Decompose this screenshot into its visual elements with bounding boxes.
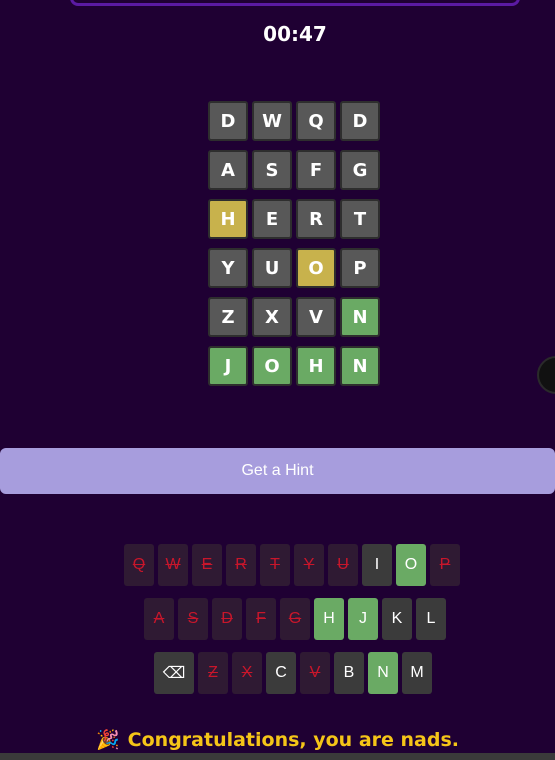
letter-tile: H	[208, 199, 248, 239]
letter-tile: F	[296, 150, 336, 190]
letter-tile: V	[296, 297, 336, 337]
timer: 00:47	[263, 22, 327, 46]
key-f[interactable]: F	[246, 598, 276, 640]
board-row: ZXVN	[208, 297, 380, 337]
letter-tile: O	[296, 248, 336, 288]
board-row: DWQD	[208, 101, 380, 141]
keyboard-row-2: ASDFGHJKL	[144, 598, 446, 640]
key-x[interactable]: X	[232, 652, 262, 694]
key-l[interactable]: L	[416, 598, 446, 640]
letter-tile: X	[252, 297, 292, 337]
side-toggle-button[interactable]	[537, 356, 555, 394]
board-row: ASFG	[208, 150, 380, 190]
key-v[interactable]: V	[300, 652, 330, 694]
letter-tile: S	[252, 150, 292, 190]
bottom-bar	[0, 753, 555, 760]
letter-tile: P	[340, 248, 380, 288]
key-q[interactable]: Q	[124, 544, 154, 586]
key-s[interactable]: S	[178, 598, 208, 640]
letter-tile: Q	[296, 101, 336, 141]
letter-tile: A	[208, 150, 248, 190]
keyboard-row-1: QWERTYUIOP	[124, 544, 460, 586]
key-j[interactable]: J	[348, 598, 378, 640]
congratulations-text: Congratulations, you are nads.	[127, 729, 459, 751]
letter-tile: N	[340, 297, 380, 337]
key-n[interactable]: N	[368, 652, 398, 694]
key-z[interactable]: Z	[198, 652, 228, 694]
key-a[interactable]: A	[144, 598, 174, 640]
letter-tile: W	[252, 101, 292, 141]
key-m[interactable]: M	[402, 652, 432, 694]
key-c[interactable]: C	[266, 652, 296, 694]
backspace-key[interactable]: ⌫	[154, 652, 194, 694]
key-o[interactable]: O	[396, 544, 426, 586]
key-e[interactable]: E	[192, 544, 222, 586]
letter-tile: U	[252, 248, 292, 288]
key-h[interactable]: H	[314, 598, 344, 640]
key-d[interactable]: D	[212, 598, 242, 640]
key-u[interactable]: U	[328, 544, 358, 586]
game-board: DWQDASFGHERTYUOPZXVNJOHN	[208, 101, 380, 395]
top-frame	[70, 0, 520, 6]
letter-tile: O	[252, 346, 292, 386]
party-popper-icon: 🎉	[96, 729, 120, 751]
key-p[interactable]: P	[430, 544, 460, 586]
get-hint-button[interactable]: Get a Hint	[0, 448, 555, 494]
key-y[interactable]: Y	[294, 544, 324, 586]
letter-tile: T	[340, 199, 380, 239]
board-row: YUOP	[208, 248, 380, 288]
key-i[interactable]: I	[362, 544, 392, 586]
letter-tile: Z	[208, 297, 248, 337]
key-w[interactable]: W	[158, 544, 188, 586]
letter-tile: G	[340, 150, 380, 190]
key-b[interactable]: B	[334, 652, 364, 694]
letter-tile: R	[296, 199, 336, 239]
key-t[interactable]: T	[260, 544, 290, 586]
board-row: HERT	[208, 199, 380, 239]
key-g[interactable]: G	[280, 598, 310, 640]
key-r[interactable]: R	[226, 544, 256, 586]
letter-tile: Y	[208, 248, 248, 288]
letter-tile: D	[208, 101, 248, 141]
keyboard-row-3: ⌫ Z X C V B N M	[154, 652, 432, 694]
key-k[interactable]: K	[382, 598, 412, 640]
board-row: JOHN	[208, 346, 380, 386]
letter-tile: H	[296, 346, 336, 386]
letter-tile: D	[340, 101, 380, 141]
letter-tile: J	[208, 346, 248, 386]
congratulations-message: 🎉 Congratulations, you are nads.	[0, 728, 555, 751]
letter-tile: N	[340, 346, 380, 386]
letter-tile: E	[252, 199, 292, 239]
